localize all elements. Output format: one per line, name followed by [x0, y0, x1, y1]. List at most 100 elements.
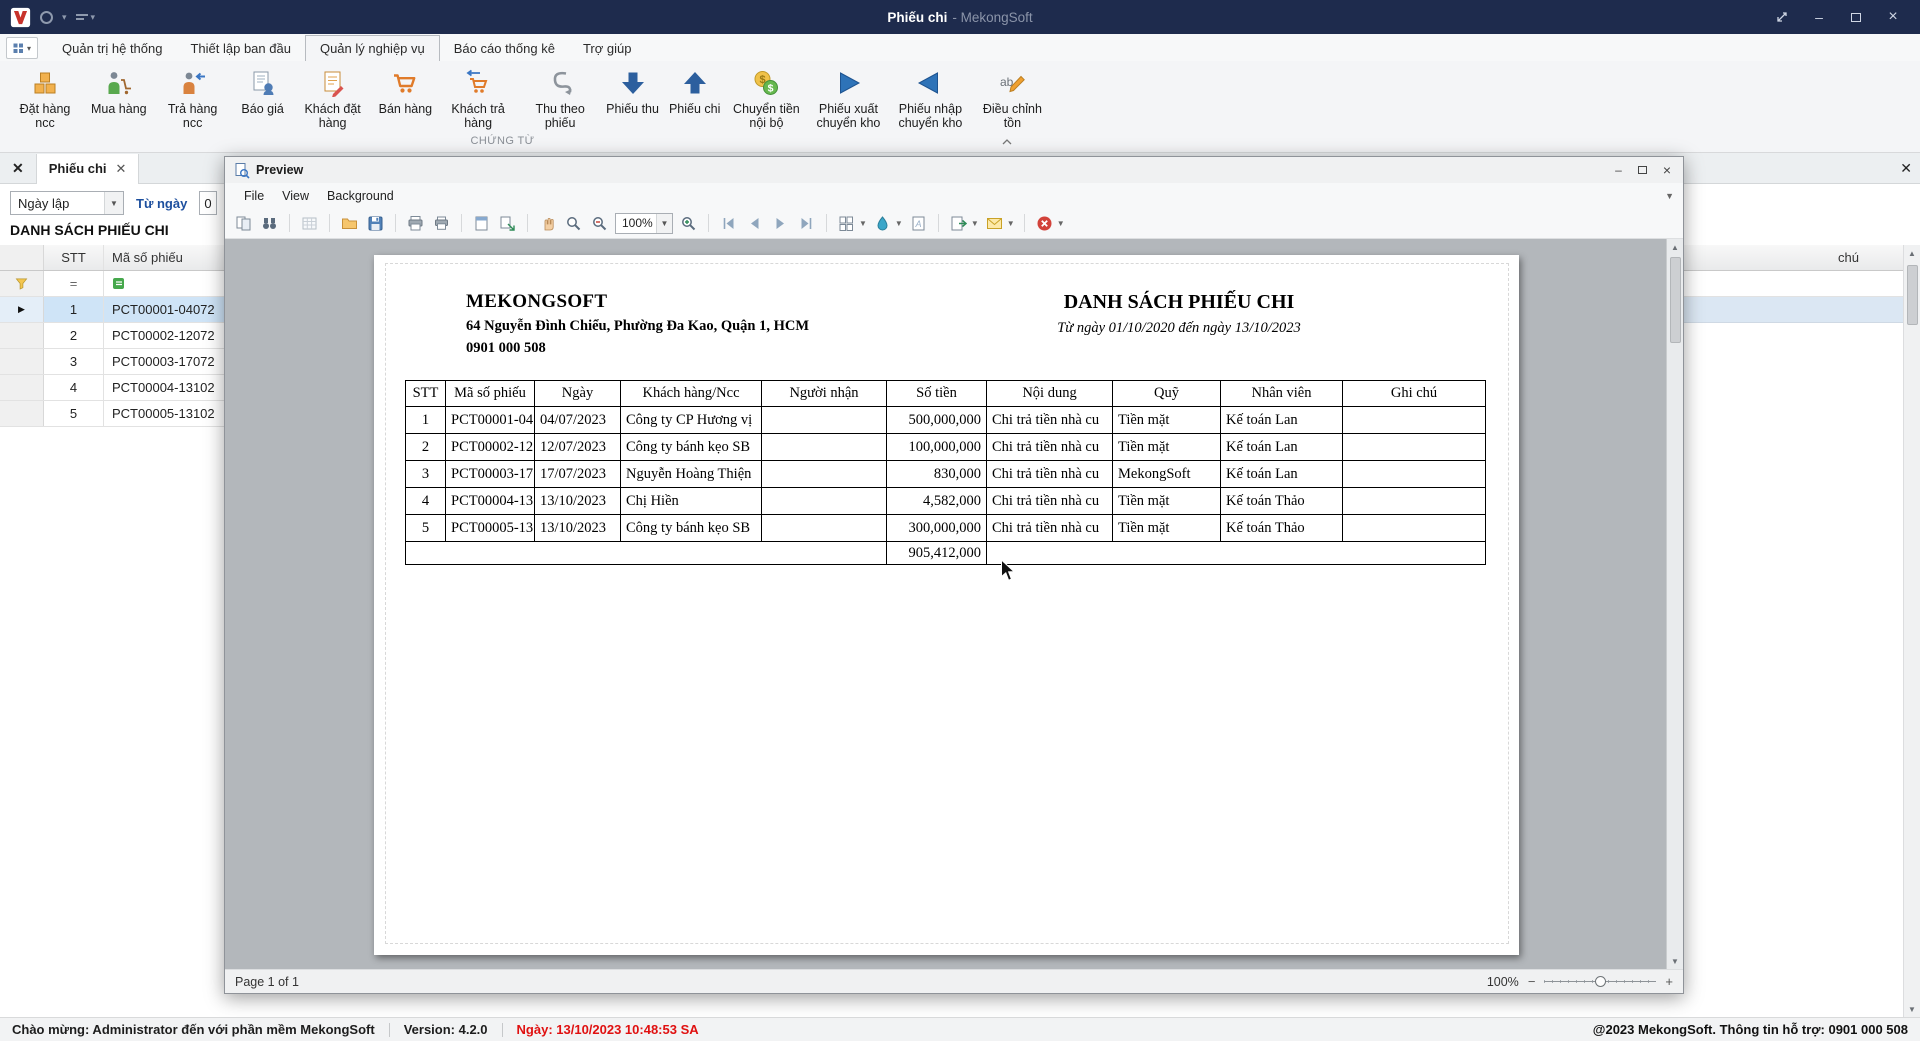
- ribbon-tab-quan-ly-nghiep-vu[interactable]: Quản lý nghiệp vụ: [305, 35, 440, 61]
- ribbon-item-khach-dat-hang[interactable]: Khách đặt hàng: [292, 66, 374, 132]
- page-setup-icon[interactable]: [471, 213, 492, 234]
- column-header-stt[interactable]: STT: [44, 245, 104, 270]
- page-color-icon[interactable]: [872, 213, 893, 234]
- ribbon-item-phieu-thu[interactable]: Phiếu thu: [601, 66, 664, 118]
- ribbon-item-dieu-chinh-ton[interactable]: ab Điều chỉnh tồn: [971, 66, 1053, 132]
- zoom-slider[interactable]: [1544, 976, 1656, 987]
- chevron-down-icon[interactable]: ▼: [104, 192, 123, 214]
- ribbon-item-dat-hang-ncc[interactable]: Đặt hàng ncc: [4, 66, 86, 132]
- scroll-down-icon[interactable]: ▼: [1667, 953, 1683, 969]
- preview-canvas[interactable]: MEKONGSOFT 64 Nguyễn Đình Chiểu, Phường …: [225, 239, 1683, 969]
- scrollbar-thumb[interactable]: [1907, 265, 1918, 325]
- close-all-tabs-icon[interactable]: ✕: [0, 160, 36, 177]
- next-page-icon[interactable]: [770, 213, 791, 234]
- quick-access-caret-icon[interactable]: ▾: [62, 12, 67, 23]
- chevron-down-icon[interactable]: ▼: [656, 214, 672, 233]
- panel-close-icon[interactable]: ✕: [1900, 160, 1920, 177]
- zoom-out-button[interactable]: −: [1528, 974, 1536, 989]
- ribbon-item-phieu-xuat-chuyen-kho[interactable]: Phiếu xuất chuyển kho: [807, 66, 889, 132]
- menu-file[interactable]: File: [235, 186, 273, 206]
- scrollbar-thumb[interactable]: [1670, 257, 1681, 343]
- scroll-down-icon[interactable]: ▼: [1904, 1001, 1920, 1017]
- partial-header-text: chú: [1838, 250, 1859, 265]
- scroll-up-icon[interactable]: ▲: [1904, 245, 1920, 261]
- ribbon-tab-quan-tri-he-thong[interactable]: Quản trị hệ thống: [48, 35, 176, 61]
- scroll-up-icon[interactable]: ▲: [1667, 239, 1683, 255]
- ribbon-item-tra-hang-ncc[interactable]: Trả hàng ncc: [152, 66, 234, 132]
- ribbon-item-thu-theo-phieu[interactable]: Thu theo phiếu: [519, 66, 601, 132]
- menubar-overflow-caret-icon[interactable]: ▼: [1665, 191, 1683, 201]
- ribbon-item-khach-tra-hang[interactable]: Khách trả hàng: [437, 66, 519, 132]
- report-company-block: MEKONGSOFT 64 Nguyễn Đình Chiểu, Phường …: [466, 291, 809, 357]
- zoom-in-icon[interactable]: [678, 213, 699, 234]
- ribbon-item-ban-hang[interactable]: Bán hàng: [374, 66, 438, 118]
- doc-tab-close-icon[interactable]: ✕: [116, 161, 127, 177]
- open-icon[interactable]: [339, 213, 360, 234]
- chevron-down-icon[interactable]: ▼: [1057, 219, 1065, 228]
- ribbon-item-mua-hang[interactable]: Mua hàng: [86, 66, 152, 118]
- maximize-button[interactable]: [1843, 6, 1869, 28]
- preview-titlebar[interactable]: Preview – ×: [225, 157, 1683, 183]
- minimize-button[interactable]: –: [1806, 6, 1832, 28]
- watermark-icon[interactable]: A: [908, 213, 929, 234]
- quick-print-icon[interactable]: [431, 213, 452, 234]
- menu-view[interactable]: View: [273, 186, 318, 206]
- chevron-down-icon[interactable]: ▼: [1007, 219, 1015, 228]
- send-email-icon[interactable]: [984, 213, 1005, 234]
- zoom-in-button[interactable]: +: [1665, 974, 1673, 989]
- report-cell: Chi trả tiền nhà cu: [987, 434, 1113, 461]
- report-row: 5 PCT00005-13 13/10/2023 Công ty bánh kẹ…: [406, 515, 1486, 542]
- close-preview-icon[interactable]: [1034, 213, 1055, 234]
- preview-maximize-button[interactable]: [1638, 166, 1647, 174]
- close-button[interactable]: ×: [1880, 6, 1906, 28]
- report-cell: 12/07/2023: [535, 434, 621, 461]
- first-page-icon[interactable]: [718, 213, 739, 234]
- main-vertical-scrollbar[interactable]: ▲ ▼: [1903, 245, 1920, 1017]
- ribbon-tab-bao-cao-thong-ke[interactable]: Báo cáo thống kê: [440, 35, 569, 61]
- preview-vertical-scrollbar[interactable]: ▲ ▼: [1666, 239, 1683, 969]
- menu-background[interactable]: Background: [318, 186, 403, 206]
- report-cell: PCT00003-17: [446, 461, 535, 488]
- report-col-header: Số tiền: [887, 381, 987, 407]
- ribbon-item-phieu-nhap-chuyen-kho[interactable]: Phiếu nhập chuyển kho: [889, 66, 971, 132]
- ribbon-item-label: Điều chỉnh tồn: [976, 102, 1048, 130]
- zoom-slider-thumb[interactable]: [1595, 976, 1606, 987]
- zoom-combo[interactable]: 100%▼: [615, 213, 673, 234]
- doc-tab-phieu-chi[interactable]: Phiếu chi ✕: [36, 154, 140, 184]
- sort-by-combo[interactable]: Ngày lập ▼: [10, 191, 124, 215]
- ribbon-app-menu-button[interactable]: ▾: [6, 37, 38, 59]
- document-map-icon[interactable]: [233, 213, 254, 234]
- search-icon[interactable]: [259, 213, 280, 234]
- ribbon-item-bao-gia[interactable]: Báo giá: [234, 66, 292, 118]
- fullscreen-icon[interactable]: [1769, 6, 1795, 28]
- ribbon-item-phieu-chi[interactable]: Phiếu chi: [664, 66, 725, 118]
- customize-grid-icon[interactable]: [299, 213, 320, 234]
- zoom-out-icon[interactable]: [589, 213, 610, 234]
- app-logo-icon[interactable]: [10, 7, 31, 28]
- customize-toolbar-icon[interactable]: ▾: [76, 12, 96, 23]
- hand-tool-icon[interactable]: [537, 213, 558, 234]
- preview-minimize-button[interactable]: –: [1615, 163, 1622, 177]
- report-cell: Kế toán Lan: [1221, 461, 1343, 488]
- scale-icon[interactable]: [497, 213, 518, 234]
- export-document-icon[interactable]: [948, 213, 969, 234]
- multiple-pages-icon[interactable]: [836, 213, 857, 234]
- cell-stt: 1: [44, 297, 104, 322]
- last-page-icon[interactable]: [796, 213, 817, 234]
- from-date-input[interactable]: 0: [199, 191, 217, 215]
- ribbon-item-chuyen-tien-noi-bo[interactable]: $$ Chuyển tiền nội bộ: [725, 66, 807, 132]
- chevron-down-icon[interactable]: ▼: [971, 219, 979, 228]
- ribbon-tab-tro-giup[interactable]: Trợ giúp: [569, 35, 646, 61]
- chevron-down-icon[interactable]: ▼: [895, 219, 903, 228]
- ribbon-tab-thiet-lap-ban-dau[interactable]: Thiết lập ban đầu: [176, 35, 304, 61]
- filter-operator[interactable]: =: [44, 271, 104, 296]
- previous-page-icon[interactable]: [744, 213, 765, 234]
- status-welcome: Chào mừng: Administrator đến với phần mề…: [12, 1022, 375, 1037]
- ribbon-collapse-icon[interactable]: [998, 135, 1016, 149]
- chevron-down-icon[interactable]: ▼: [859, 219, 867, 228]
- magnifier-tool-icon[interactable]: [563, 213, 584, 234]
- print-icon[interactable]: [405, 213, 426, 234]
- save-icon[interactable]: [365, 213, 386, 234]
- preview-close-button[interactable]: ×: [1663, 162, 1671, 178]
- quick-access-circle-icon[interactable]: [40, 11, 53, 24]
